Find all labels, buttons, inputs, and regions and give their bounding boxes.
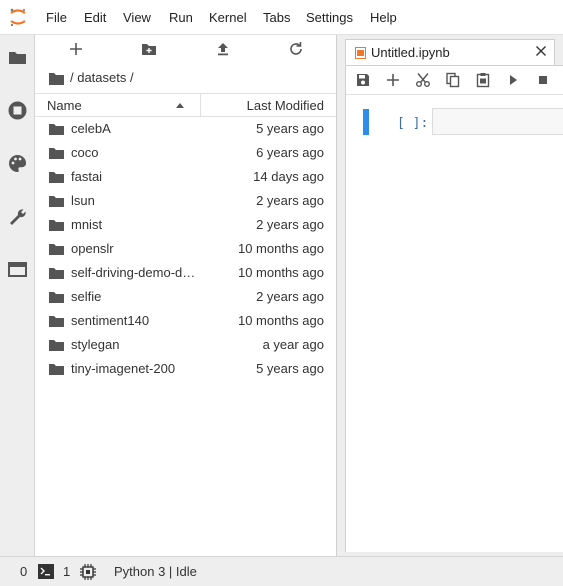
menu-run[interactable]: Run (169, 10, 193, 25)
column-header-last-modified[interactable]: Last Modified (247, 98, 324, 113)
file-name: coco (71, 145, 99, 160)
notebook-toolbar (346, 66, 563, 95)
folder-icon (49, 148, 64, 159)
folder-icon (49, 172, 64, 183)
file-name: stylegan (71, 337, 120, 352)
menu-help[interactable]: Help (370, 10, 397, 25)
file-modified: 5 years ago (256, 361, 324, 376)
copy-icon[interactable] (444, 71, 462, 89)
file-list-item[interactable]: coco 6 years ago (35, 141, 336, 165)
active-cell-indicator (363, 109, 369, 135)
file-modified: 6 years ago (256, 145, 324, 160)
file-modified: 10 months ago (237, 241, 324, 256)
cut-icon[interactable] (414, 71, 432, 89)
file-list-item[interactable]: openslr 10 months ago (35, 237, 336, 261)
tab-title: Untitled.ipynb (371, 45, 450, 60)
save-icon[interactable] (354, 71, 372, 89)
file-name: fastai (71, 169, 103, 184)
jupyter-logo-icon (10, 8, 26, 27)
notebook-panel: [ ]: (345, 65, 563, 552)
menu-edit[interactable]: Edit (84, 10, 106, 25)
folder-icon (49, 196, 64, 207)
run-icon[interactable] (504, 71, 522, 89)
file-name: sentiment140 (71, 313, 150, 328)
file-modified: 10 months ago (237, 313, 324, 328)
file-modified: 14 days ago (253, 169, 324, 184)
menu-file[interactable]: File (46, 10, 67, 25)
terminal-count[interactable]: 0 (20, 564, 27, 579)
file-list-item[interactable]: tiny-imagenet-200 5 years ago (35, 357, 336, 381)
notebook-area: Untitled.ipynb []: (337, 35, 563, 556)
file-list-item[interactable]: self-driving-demo-data 10 months ago (35, 261, 336, 285)
cell-prompt: [ ]: (397, 116, 429, 131)
file-name: mnist (71, 217, 103, 232)
file-list-item[interactable]: mnist 2 years ago (35, 213, 336, 237)
file-list-item[interactable]: sentiment140 10 months ago (35, 309, 336, 333)
menu-bar: File Edit View Run Kernel Tabs Settings … (0, 0, 563, 35)
notebook-file-icon (355, 47, 366, 59)
status-bar: 0 1 Python 3 | Idle (0, 556, 563, 586)
file-browser-panel: / datasets / Name Last Modified celebA 5… (35, 35, 337, 556)
kernel-chip-icon[interactable] (80, 564, 96, 580)
file-list-item[interactable]: stylegan a year ago (35, 333, 336, 357)
file-modified: 2 years ago (256, 193, 324, 208)
file-name: tiny-imagenet-200 (71, 361, 176, 376)
file-modified: 10 months ago (237, 265, 324, 280)
activity-bar (0, 35, 35, 556)
column-divider[interactable] (200, 94, 201, 116)
wrench-icon[interactable] (7, 206, 28, 227)
file-list-item[interactable]: fastai 14 days ago (35, 165, 336, 189)
folder-icon[interactable] (7, 47, 28, 68)
file-modified: 2 years ago (256, 217, 324, 232)
file-name: self-driving-demo-data (71, 265, 198, 280)
file-name: lsun (71, 193, 95, 208)
breadcrumb-path[interactable]: / datasets / (70, 70, 134, 85)
file-name: openslr (71, 241, 114, 256)
file-name: celebA (71, 121, 111, 136)
file-modified: a year ago (262, 337, 324, 352)
code-cell-input[interactable] (432, 108, 563, 135)
folder-icon (49, 268, 64, 279)
folder-icon (49, 364, 64, 375)
file-modified: 2 years ago (256, 289, 324, 304)
terminal-icon[interactable] (38, 564, 54, 579)
folder-icon (49, 292, 64, 303)
file-list-item[interactable]: lsun 2 years ago (35, 189, 336, 213)
file-name: selfie (71, 289, 102, 304)
folder-icon (49, 340, 64, 351)
palette-icon[interactable] (7, 153, 28, 174)
file-list-item[interactable]: celebA 5 years ago (35, 117, 336, 141)
file-list-header: Name Last Modified (35, 93, 336, 117)
menu-view[interactable]: View (123, 10, 151, 25)
new-launcher-icon[interactable] (66, 39, 86, 59)
tabs-icon[interactable] (7, 259, 28, 280)
refresh-icon[interactable] (286, 39, 306, 59)
running-stop-icon[interactable] (7, 100, 28, 121)
upload-icon[interactable] (213, 39, 233, 59)
menu-kernel[interactable]: Kernel (209, 10, 247, 25)
insert-cell-icon[interactable] (384, 71, 402, 89)
new-folder-icon[interactable] (139, 39, 159, 59)
folder-icon (49, 220, 64, 231)
folder-icon (49, 244, 64, 255)
stop-icon[interactable] (534, 71, 552, 89)
folder-icon (49, 316, 64, 327)
folder-icon[interactable] (49, 72, 64, 85)
close-icon[interactable] (535, 45, 547, 57)
menu-settings[interactable]: Settings (306, 10, 353, 25)
kernel-status[interactable]: Python 3 | Idle (114, 564, 197, 579)
paste-icon[interactable] (474, 71, 492, 89)
column-header-name[interactable]: Name (47, 98, 82, 113)
file-modified: 5 years ago (256, 121, 324, 136)
menu-tabs[interactable]: Tabs (263, 10, 290, 25)
file-list-item[interactable]: selfie 2 years ago (35, 285, 336, 309)
sort-ascending-icon (176, 103, 184, 108)
tab-untitled-ipynb[interactable]: Untitled.ipynb (345, 39, 555, 65)
kernel-count[interactable]: 1 (63, 564, 70, 579)
folder-icon (49, 124, 64, 135)
